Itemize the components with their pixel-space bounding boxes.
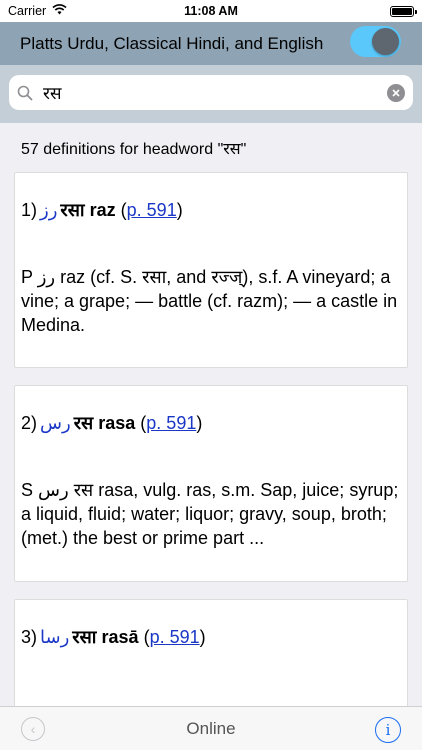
page-link[interactable]: p. 591 [127, 200, 177, 221]
entry-header: 1) رز रसा raz (p. 591) [21, 173, 401, 247]
results-count: 57 definitions for headword "रस" [0, 123, 422, 172]
entry-hindi: रसा [60, 200, 85, 220]
wifi-icon [52, 4, 67, 18]
toggle-knob [372, 28, 399, 55]
dictionary-title: Platts Urdu, Classical Hindi, and Englis… [20, 33, 324, 53]
bottom-toolbar: ‹ Online i [0, 706, 422, 750]
entry-roman: raz [89, 199, 116, 220]
entry-hindi: रसा [72, 627, 97, 647]
search-area: रस [0, 65, 422, 123]
online-status: Online [186, 718, 236, 738]
entry-hindi: रस [73, 413, 94, 433]
back-button[interactable]: ‹ [21, 717, 45, 741]
page-link[interactable]: p. 591 [146, 413, 196, 434]
status-bar: Carrier 11:08 AM [0, 0, 422, 22]
entry-number: 3) [21, 626, 38, 647]
entry-definition: S رس रस rasa, vulg. ras, s.m. Sap, juice… [21, 480, 399, 548]
definition-list: 1) رز रसा raz (p. 591) P رز raz (cf. S. … [14, 172, 408, 726]
clear-search-button[interactable] [387, 83, 405, 102]
entry-definition: P رز raz (cf. S. रसा, and रज्ज्), s.f. A… [21, 267, 398, 335]
page-close: ) [176, 199, 183, 220]
search-field[interactable]: रस [9, 75, 413, 110]
definition-card[interactable]: 1) رز रसा raz (p. 591) P رز raz (cf. S. … [14, 172, 408, 368]
carrier-label: Carrier [8, 4, 47, 18]
search-icon [17, 83, 37, 103]
entry-number: 2) [21, 412, 38, 433]
nav-bar: Platts Urdu, Classical Hindi, and Englis… [0, 22, 422, 65]
entry-roman: rasā [101, 626, 139, 647]
chevron-left-icon: ‹ [30, 721, 36, 737]
info-button[interactable]: i [375, 717, 401, 743]
search-input[interactable]: रस [43, 81, 387, 104]
page-close: ) [199, 626, 206, 647]
entry-urdu: رسا [40, 626, 70, 648]
entry-urdu: رس [40, 412, 71, 434]
page-link[interactable]: p. 591 [150, 627, 200, 648]
entry-header: 3) رسا रसा rasā (p. 591) [21, 600, 401, 674]
page-close: ) [196, 412, 203, 433]
info-icon: i [385, 721, 391, 739]
entry-number: 1) [21, 199, 38, 220]
definition-card[interactable]: 2) رس रस rasa (p. 591) S رس रस rasa, vul… [14, 385, 408, 582]
battery-icon [390, 5, 417, 17]
definition-card[interactable]: 3) رسا रसा rasā (p. 591) [14, 599, 408, 709]
dictionary-toggle[interactable] [350, 26, 401, 57]
entry-urdu: رز [40, 199, 58, 221]
status-left: Carrier [8, 4, 67, 18]
entry-roman: rasa [98, 412, 136, 433]
entry-header: 2) رس रस rasa (p. 591) [21, 386, 401, 460]
